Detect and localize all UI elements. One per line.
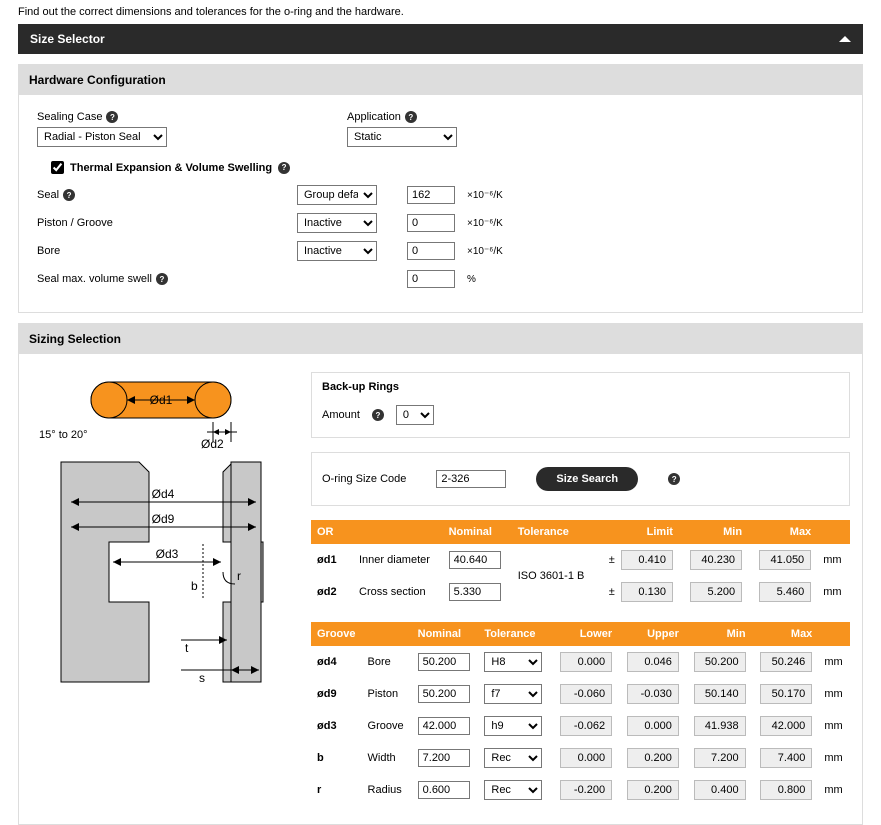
application-select[interactable]: Static [347,127,457,147]
unit-label: % [467,274,527,285]
unit-label: ×10⁻⁶/K [467,246,527,257]
bore-label: Bore [37,240,297,262]
help-icon[interactable]: ? [405,111,417,123]
od2-nominal-input[interactable] [449,583,501,601]
svg-text:Ød9: Ød9 [152,512,175,526]
groove-tolerance-select[interactable]: Rec [484,748,542,768]
od1-limit: 0.410 [621,550,673,570]
od1-nominal-input[interactable] [449,551,501,569]
table-row: ød3Grooveh9-0.0620.00041.93842.000mm [311,710,850,742]
backup-rings-title: Back-up Rings [312,373,849,401]
intro-text: Find out the correct dimensions and tole… [0,0,881,24]
header-title: Size Selector [30,32,105,46]
help-icon[interactable]: ? [106,111,118,123]
groove-tolerance-select[interactable]: f7 [484,684,542,704]
groove-nominal-input[interactable] [418,717,470,735]
groove-nominal-input[interactable] [418,749,470,767]
sealing-case-label: Sealing Case [37,111,102,123]
seal-label: Seal [37,189,59,201]
piston-groove-input[interactable] [407,214,455,232]
thermal-expansion-label: Thermal Expansion & Volume Swelling [70,162,272,174]
table-row: bWidthRec0.0000.2007.2007.400mm [311,742,850,774]
or-th: OR [311,520,353,544]
od2-limit: 0.130 [621,582,673,602]
help-icon[interactable]: ? [668,473,680,485]
amount-select[interactable]: 0 [396,405,434,425]
table-row: ød1 Inner diameter ISO 3601-1 B ± 0.410 … [311,544,850,576]
groove-tolerance-select[interactable]: H8 [484,652,542,672]
svg-text:Ød2: Ød2 [201,437,224,451]
collapse-icon [839,36,851,42]
groove-diagram: Ød1 Ød2 15° to 20° Ød4 [31,372,291,806]
table-row: ød9Pistonf7-0.060-0.03050.14050.170mm [311,678,850,710]
groove-nominal-input[interactable] [418,781,470,799]
tolerance-text: ISO 3601-1 B [512,544,597,608]
amount-label: Amount [322,409,360,421]
groove-tolerance-select[interactable]: Rec [484,780,542,800]
help-icon[interactable]: ? [372,409,384,421]
svg-text:s: s [199,671,205,685]
unit-label: ×10⁻⁶/K [467,218,527,229]
od2-max: 5.460 [759,582,811,602]
seal-input[interactable] [407,186,455,204]
groove-nominal-input[interactable] [418,653,470,671]
od1-max: 41.050 [759,550,811,570]
groove-tolerance-select[interactable]: h9 [484,716,542,736]
sizing-selection-panel: Sizing Selection Ød1 [18,323,863,825]
groove-nominal-input[interactable] [418,685,470,703]
sizing-selection-title: Sizing Selection [19,324,862,354]
svg-text:t: t [185,641,189,655]
svg-text:Ød1: Ød1 [150,393,173,407]
unit-label: ×10⁻⁶/K [467,190,527,201]
help-icon[interactable]: ? [156,273,168,285]
piston-groove-label: Piston / Groove [37,212,297,234]
piston-groove-select[interactable]: Inactive [297,213,377,233]
help-icon[interactable]: ? [63,189,75,201]
thermal-expansion-checkbox[interactable] [51,161,64,174]
od1-min: 40.230 [690,550,742,570]
size-code-input[interactable] [436,470,506,488]
hardware-config-panel: Hardware Configuration Sealing Case? Rad… [18,64,863,313]
svg-text:b: b [191,579,198,593]
bore-input[interactable] [407,242,455,260]
swell-input[interactable] [407,270,455,288]
groove-table: Groove Nominal Tolerance Lower Upper Min… [311,622,850,806]
od2-min: 5.200 [690,582,742,602]
size-code-label: O-ring Size Code [322,473,406,485]
help-icon[interactable]: ? [278,162,290,174]
backup-rings-panel: Back-up Rings Amount ? 0 [311,372,850,438]
table-row: rRadiusRec-0.2000.2000.4000.800mm [311,774,850,806]
svg-text:Ød3: Ød3 [156,547,179,561]
svg-text:Ød4: Ød4 [152,487,175,501]
or-table: OR Nominal Tolerance Limit Min Max ød1 I… [311,520,850,608]
sealing-case-select[interactable]: Radial - Piston Seal [37,127,167,147]
hardware-config-title: Hardware Configuration [19,65,862,95]
application-label: Application [347,111,401,123]
bore-select[interactable]: Inactive [297,241,377,261]
size-selector-header[interactable]: Size Selector [18,24,863,54]
seal-select[interactable]: Group default [297,185,377,205]
table-row: ød4BoreH80.0000.04650.20050.246mm [311,646,850,678]
svg-text:r: r [237,569,241,583]
swell-label: Seal max. volume swell [37,273,152,285]
svg-text:15° to 20°: 15° to 20° [39,429,88,441]
size-code-panel: O-ring Size Code Size Search ? [311,452,850,506]
size-search-button[interactable]: Size Search [536,467,638,491]
